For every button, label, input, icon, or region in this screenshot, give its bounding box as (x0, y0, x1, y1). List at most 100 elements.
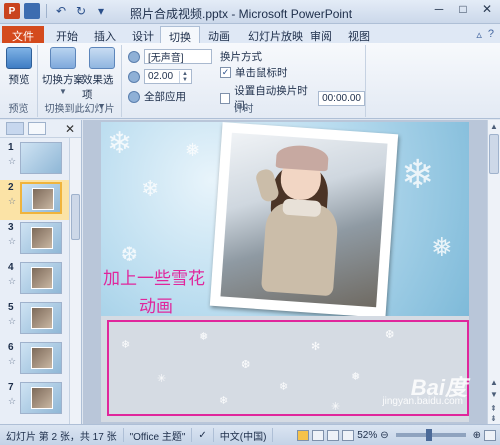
prev-slide-icon[interactable]: ⇞ (490, 404, 497, 413)
tab-transitions[interactable]: 切换 (160, 26, 200, 44)
transition-star-icon: ☆ (8, 356, 17, 366)
next-slide-icon[interactable]: ⇟ (490, 414, 497, 423)
slide-thumbnail-1[interactable]: 1 ☆ (0, 140, 70, 180)
transition-star-icon: ☆ (8, 236, 17, 246)
status-bar: 幻灯片 第 2 张，共 17 张 "Office 主题" ✓ 中文(中国) 52… (0, 424, 500, 445)
portrait-photo (220, 132, 388, 308)
panel-tabs: ✕ (0, 120, 81, 138)
duration-spinner[interactable]: ▲ ▼ (179, 70, 188, 83)
slide-thumbnail-2[interactable]: 2 ☆ (0, 180, 70, 220)
transition-star-icon: ☆ (8, 196, 17, 206)
snowflake-decoration: ❄ (401, 153, 435, 197)
zoom-in-icon[interactable]: ⊕ (473, 430, 481, 441)
duration-control: 02.00 ▲ ▼ (128, 69, 192, 84)
slide-thumb-image (20, 142, 62, 174)
slide-thumb-image (20, 182, 62, 214)
preview-button[interactable]: 预览 (6, 47, 32, 87)
fit-slide-button[interactable] (484, 429, 496, 441)
normal-view-button[interactable] (297, 429, 310, 441)
slide-number: 5 (8, 302, 14, 313)
spellcheck-icon[interactable]: ✓ (192, 428, 214, 442)
slide-thumbnail-7[interactable]: 7 ☆ (0, 380, 70, 420)
switch-mode-title: 换片方式 (220, 51, 262, 63)
tab-insert[interactable]: 插入 (86, 26, 124, 43)
slide-count-status: 幻灯片 第 2 张，共 17 张 (0, 428, 124, 443)
slide-thumb-image (20, 342, 62, 374)
current-slide[interactable]: ❄ ❄ ❅ ❄ ❅ ❆ 加上一些雪花 动画 (101, 122, 469, 316)
minimize-ribbon-icon[interactable]: ▵ (476, 28, 482, 41)
slides-scrollbar-thumb[interactable] (71, 194, 80, 240)
help-icon[interactable]: ? (488, 28, 494, 41)
slide-thumb-image (20, 302, 62, 334)
editor-scrollbar[interactable]: ▲ ▲ ▼ ⇞ ⇟ (487, 120, 500, 424)
theme-status[interactable]: "Office 主题" (124, 428, 193, 443)
zoom-out-icon[interactable]: ⊖ (380, 430, 388, 441)
tab-home[interactable]: 开始 (48, 26, 86, 43)
scroll-up-icon[interactable]: ▲ (490, 378, 498, 387)
slideshow-view-button[interactable] (342, 429, 355, 441)
slide-number: 3 (8, 222, 14, 233)
reading-view-button[interactable] (327, 429, 340, 441)
transition-star-icon: ☆ (8, 396, 17, 406)
chevron-down-icon: ▼ (59, 87, 67, 96)
slide-thumb-image (20, 222, 62, 254)
on-click-option[interactable]: ✓ 单击鼠标时 (220, 65, 288, 80)
scroll-up-icon[interactable]: ▲ (490, 122, 498, 131)
slide-thumbnail-3[interactable]: 3 ☆ (0, 220, 70, 260)
photo-frame[interactable] (209, 122, 399, 316)
zoom-slider[interactable] (395, 429, 466, 441)
slides-tab[interactable] (6, 122, 24, 135)
snowflake-decoration: ❅ (185, 140, 201, 160)
tab-slideshow[interactable]: 幻灯片放映 (240, 26, 311, 43)
slide-thumbnails: 1 ☆ 2 ☆ 3 ☆ 4 ☆ 5 ☆ 6 ☆ 7 ☆ (0, 138, 70, 424)
tab-review[interactable]: 审阅 (302, 26, 340, 43)
close-button[interactable]: ✕ (478, 2, 496, 16)
effect-options-label: 效果选项 (82, 74, 114, 101)
ribbon-tabs: 文件 开始 插入 设计 切换 动画 幻灯片放映 审阅 视图 ▵ ? (0, 24, 500, 44)
slide-caption-line2[interactable]: 动画 (139, 292, 173, 316)
close-icon[interactable]: ✕ (65, 122, 75, 136)
editor-scrollbar-thumb[interactable] (489, 134, 499, 174)
tab-design[interactable]: 设计 (124, 26, 162, 43)
scroll-down-icon[interactable]: ▼ (490, 390, 498, 399)
sound-select[interactable]: [无声音] (144, 49, 212, 64)
slide-sorter-view-button[interactable] (312, 429, 325, 441)
sound-control: [无声音] (128, 49, 212, 64)
tab-file[interactable]: 文件 (2, 26, 44, 43)
slides-scrollbar[interactable] (69, 138, 81, 424)
powerpoint-app-icon[interactable]: P (4, 3, 20, 19)
window-title: 照片合成视频.pptx - Microsoft PowerPoint (130, 7, 353, 21)
title-bar: P ↶ ↻ ▾ 照片合成视频.pptx - Microsoft PowerPoi… (0, 0, 500, 24)
slide-caption-line1[interactable]: 加上一些雪花 (103, 264, 205, 289)
slide-thumbnail-6[interactable]: 6 ☆ (0, 340, 70, 380)
on-click-checkbox[interactable]: ✓ (220, 67, 231, 78)
outline-tab[interactable] (28, 122, 46, 135)
transition-star-icon: ☆ (8, 276, 17, 286)
slide-editor: ❄ ❄ ❅ ❄ ❅ ❆ 加上一些雪花 动画 ❄ ✳ ❅ ❆ ❄ ✻ ❅ ❆ ❄ … (83, 120, 487, 424)
language-status[interactable]: 中文(中国) (214, 428, 274, 443)
snowflake-decoration: ❅ (431, 232, 453, 262)
slide-thumbnail-5[interactable]: 5 ☆ (0, 300, 70, 340)
duration-input[interactable]: 02.00 ▲ ▼ (144, 69, 192, 84)
save-icon[interactable] (24, 3, 40, 19)
window-controls: ─ □ ✕ (430, 2, 496, 16)
zoom-slider-knob[interactable] (425, 429, 432, 441)
zoom-level[interactable]: 52% (357, 430, 377, 441)
undo-icon[interactable]: ↶ (53, 3, 69, 19)
sound-icon (128, 50, 140, 63)
transition-scheme-button[interactable]: 切换方案 ▼ (42, 47, 84, 96)
slide-number: 7 (8, 382, 14, 393)
transition-star-icon: ☆ (8, 316, 17, 326)
slide-thumb-image (20, 262, 62, 294)
slide-number: 1 (8, 142, 14, 153)
slide-thumbnail-4[interactable]: 4 ☆ (0, 260, 70, 300)
view-controls: 52% ⊖ ⊕ (297, 429, 500, 441)
redo-icon[interactable]: ↻ (73, 3, 89, 19)
qat-separator (46, 4, 47, 18)
tab-view[interactable]: 视图 (340, 26, 378, 43)
tab-animations[interactable]: 动画 (200, 26, 238, 43)
maximize-button[interactable]: □ (454, 2, 472, 16)
timing-group: [无声音] 02.00 ▲ ▼ 全部应用 换片方式 ✓ 单击鼠标时 设置自动换片时… (122, 45, 366, 117)
minimize-button[interactable]: ─ (430, 2, 448, 16)
customize-qat-icon[interactable]: ▾ (93, 3, 109, 19)
